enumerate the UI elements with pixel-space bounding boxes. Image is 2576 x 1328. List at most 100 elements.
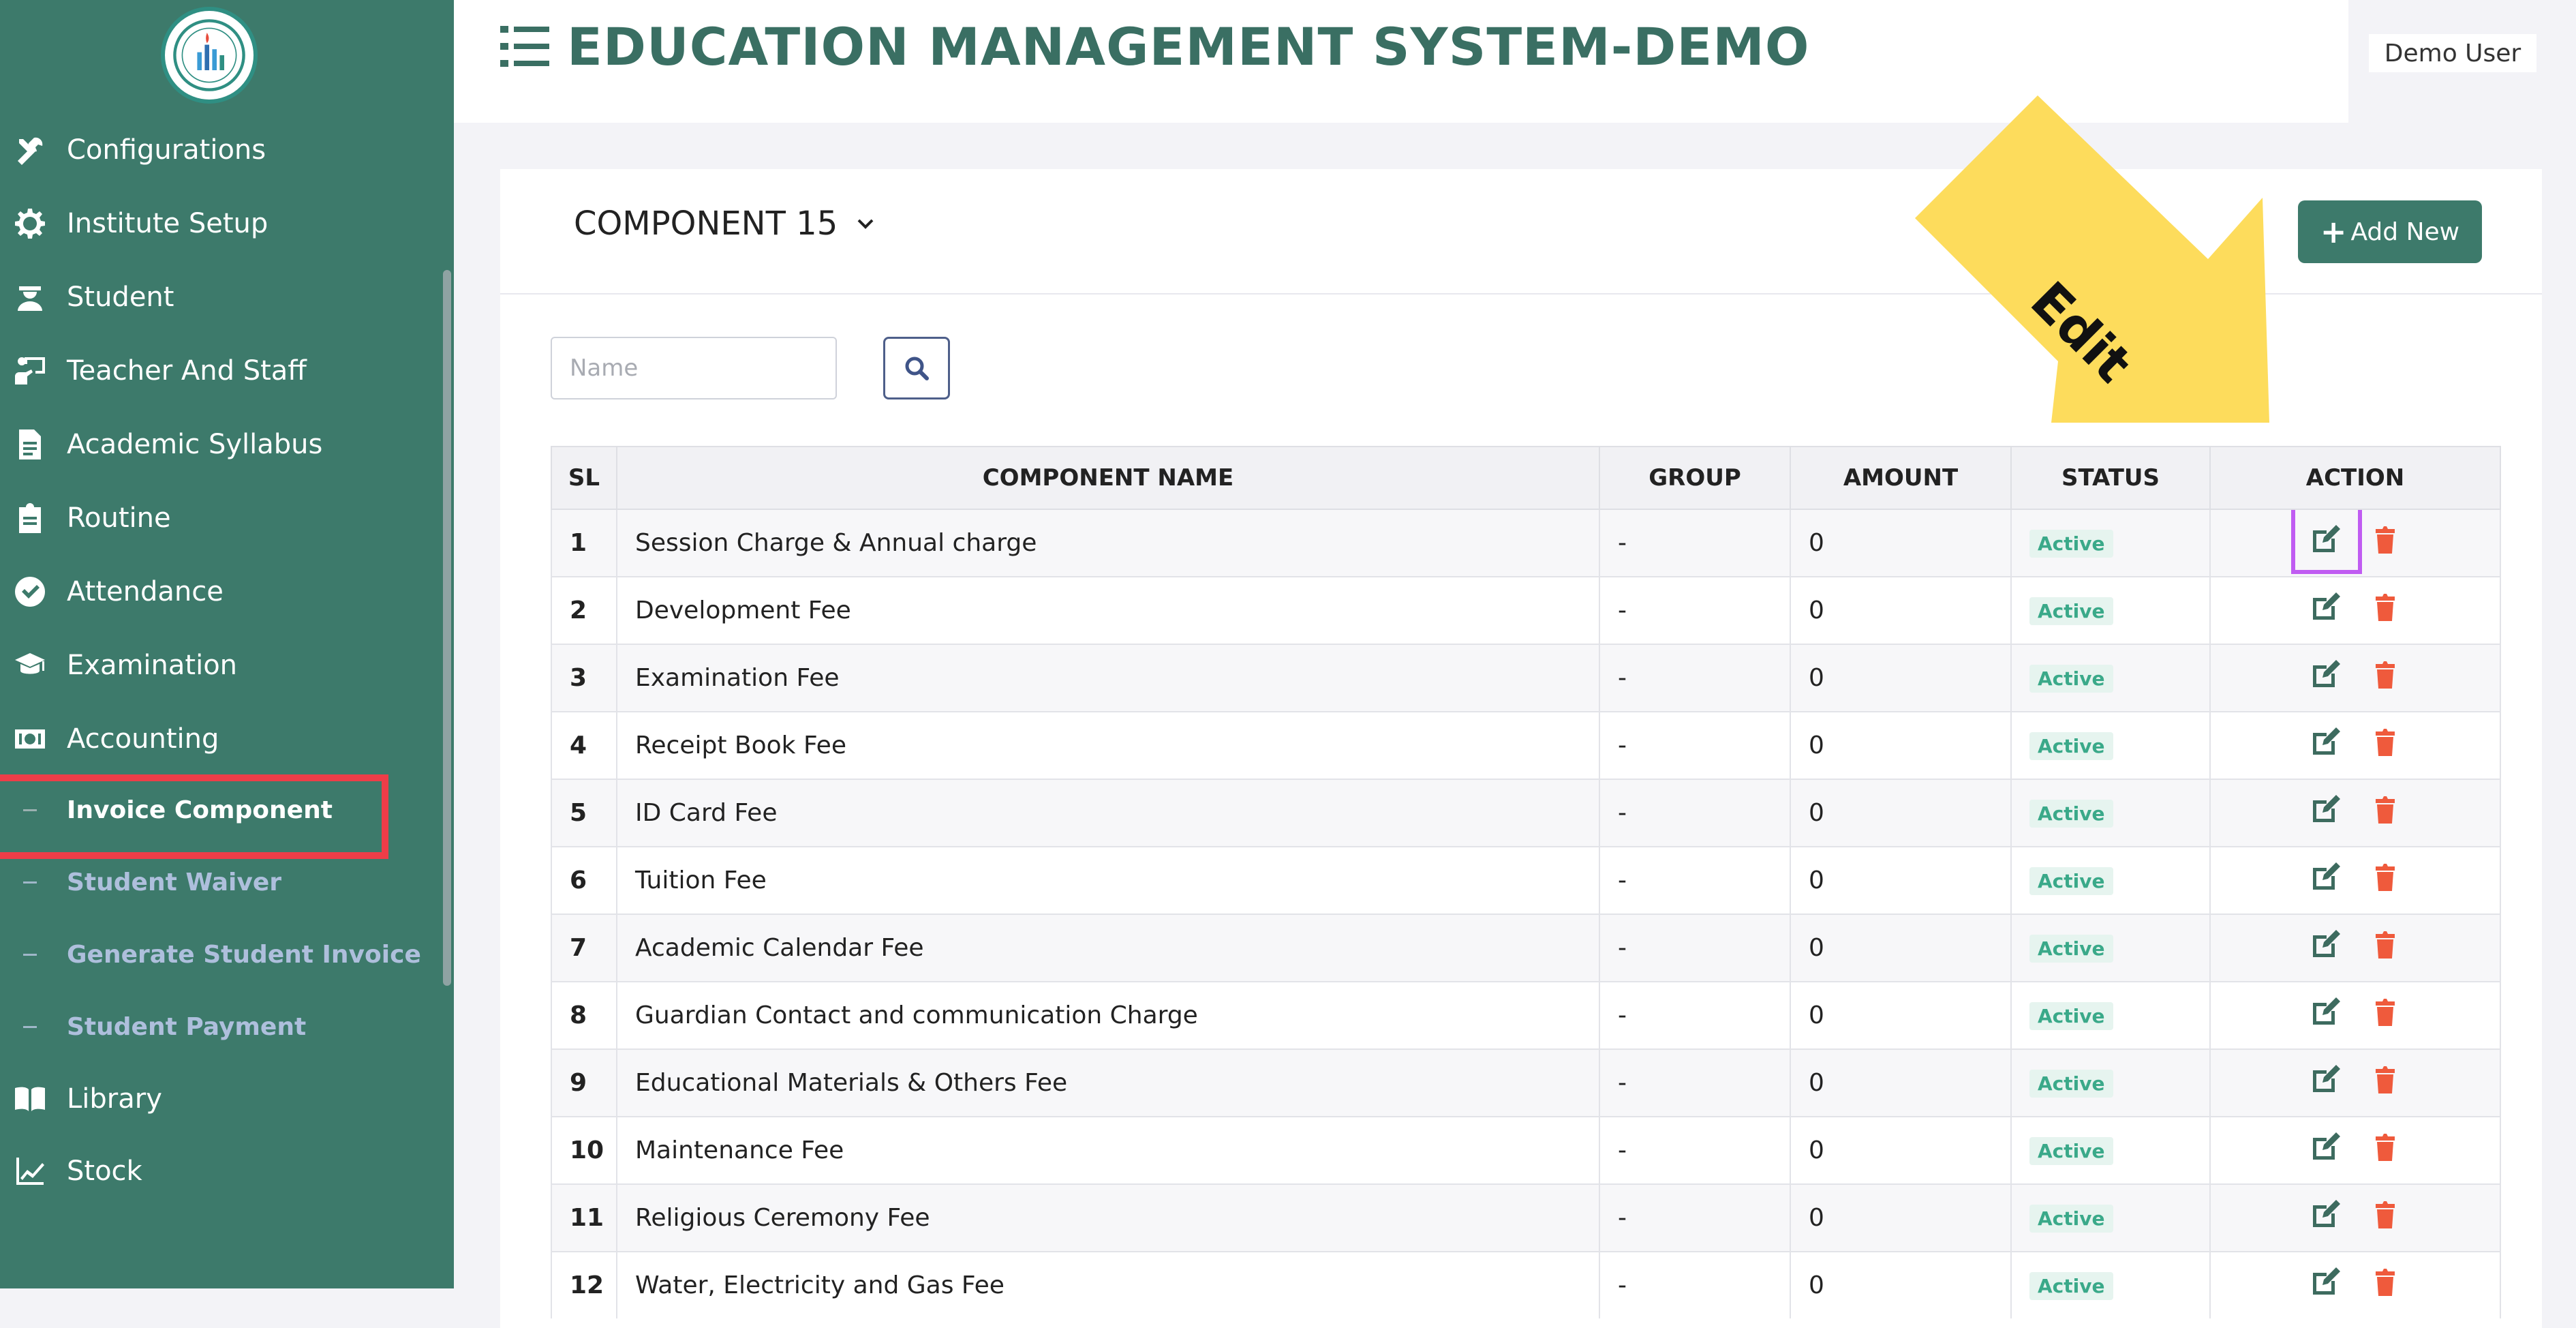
sidebar-subitem-student-payment[interactable]: Student Payment xyxy=(0,993,436,1061)
sidebar-item-label: Examination xyxy=(67,650,238,681)
delete-icon[interactable] xyxy=(2369,794,2402,832)
cell-component-name: Guardian Contact and communication Charg… xyxy=(616,981,1600,1049)
search-name-input[interactable] xyxy=(551,337,837,399)
delete-icon[interactable] xyxy=(2369,1063,2402,1102)
sidebar-item-academic-syllabus[interactable]: Academic Syllabus xyxy=(0,410,436,479)
sidebar-subitem-generate-student-invoice[interactable]: Generate Student Invoice xyxy=(0,920,436,989)
delete-icon[interactable] xyxy=(2369,659,2402,697)
table-row: 10 Maintenance Fee -0 Active xyxy=(551,1116,2501,1184)
edit-icon[interactable] xyxy=(2309,929,2342,967)
edit-icon[interactable] xyxy=(2309,726,2342,765)
cell-action xyxy=(2209,644,2501,712)
delete-icon[interactable] xyxy=(2369,1198,2402,1237)
sidebar-item-label: Stock xyxy=(67,1156,142,1187)
delete-icon[interactable] xyxy=(2369,726,2402,765)
edit-icon[interactable] xyxy=(2309,1063,2342,1102)
delete-icon[interactable] xyxy=(2369,861,2402,900)
cell-status: Active xyxy=(2010,1251,2211,1318)
status-badge: Active xyxy=(2029,530,2113,558)
delete-icon[interactable] xyxy=(2369,1266,2402,1305)
status-badge: Active xyxy=(2029,1272,2113,1300)
cell-component-name: ID Card Fee xyxy=(616,779,1600,847)
app-title: EDUCATION MANAGEMENT SYSTEM-DEMO xyxy=(567,16,1810,77)
column-header-status[interactable]: STATUS xyxy=(2010,446,2211,510)
edit-icon[interactable] xyxy=(2309,591,2342,630)
sidebar-item-examination[interactable]: Examination xyxy=(0,631,436,699)
logo-emblem-icon xyxy=(173,19,245,91)
delete-icon[interactable] xyxy=(2369,996,2402,1035)
add-new-button[interactable]: + Add New xyxy=(2298,200,2482,263)
cell-group: - xyxy=(1599,576,1791,644)
edit-icon[interactable] xyxy=(2309,996,2342,1035)
table-row: 8 Guardian Contact and communication Char… xyxy=(551,981,2501,1049)
delete-icon[interactable] xyxy=(2369,524,2402,562)
edit-icon-highlight xyxy=(2291,511,2362,574)
cell-amount: 0 xyxy=(1790,576,2012,644)
cell-sl: 11 xyxy=(551,1183,617,1252)
cell-group: - xyxy=(1599,981,1791,1049)
delete-icon[interactable] xyxy=(2369,591,2402,630)
edit-icon[interactable] xyxy=(2309,1131,2342,1170)
cell-group: - xyxy=(1599,1251,1791,1318)
delete-icon[interactable] xyxy=(2369,1131,2402,1170)
cell-amount: 0 xyxy=(1790,779,2012,847)
teacher-icon xyxy=(11,352,49,390)
search-button[interactable] xyxy=(883,337,950,399)
graduation-cap-icon xyxy=(11,646,49,684)
cell-amount: 0 xyxy=(1790,711,2012,779)
cell-status: Active xyxy=(2010,576,2211,644)
column-header-amount[interactable]: AMOUNT xyxy=(1790,446,2012,510)
component-select[interactable]: COMPONENT 15 xyxy=(574,205,876,243)
menu-toggle-icon[interactable] xyxy=(500,25,549,68)
status-badge: Active xyxy=(2029,665,2113,693)
sidebar-item-teacher-and-staff[interactable]: Teacher And Staff xyxy=(0,337,436,405)
cell-action xyxy=(2209,1251,2501,1318)
table-row: 9 Educational Materials & Others Fee -0 Act… xyxy=(551,1048,2501,1117)
cell-amount: 0 xyxy=(1790,1048,2012,1117)
sidebar-item-student[interactable]: Student xyxy=(0,263,436,331)
row-actions xyxy=(2309,794,2402,832)
cell-sl: 1 xyxy=(551,509,617,577)
sidebar-item-accounting[interactable]: Accounting xyxy=(0,705,436,773)
sidebar-item-label: Accounting xyxy=(67,723,219,755)
table-row: 2 Development Fee -0 Active xyxy=(551,576,2501,644)
cell-amount: 0 xyxy=(1790,1183,2012,1252)
sidebar-item-library[interactable]: Library xyxy=(0,1065,436,1133)
edit-icon[interactable] xyxy=(2309,794,2342,832)
cell-component-name: Maintenance Fee xyxy=(616,1116,1600,1184)
cell-amount: 0 xyxy=(1790,644,2012,712)
cell-sl: 3 xyxy=(551,644,617,712)
sidebar-item-configurations[interactable]: Configurations xyxy=(0,116,436,184)
cell-amount: 0 xyxy=(1790,1251,2012,1318)
table-row: 6 Tuition Fee -0 Active xyxy=(551,846,2501,914)
row-actions xyxy=(2309,1266,2402,1305)
cell-group: - xyxy=(1599,1183,1791,1252)
row-actions xyxy=(2309,1198,2402,1237)
sidebar-scrollbar[interactable] xyxy=(443,270,451,986)
add-new-label: Add New xyxy=(2350,217,2460,246)
gear-icon xyxy=(11,205,49,243)
institute-logo[interactable] xyxy=(161,7,258,104)
column-header-group[interactable]: GROUP xyxy=(1599,446,1791,510)
sidebar-item-institute-setup[interactable]: Institute Setup xyxy=(0,190,436,258)
cell-action xyxy=(2209,914,2501,982)
sidebar-item-routine[interactable]: Routine xyxy=(0,484,436,552)
cell-group: - xyxy=(1599,644,1791,712)
cell-action xyxy=(2209,1048,2501,1117)
column-header-sl[interactable]: SL xyxy=(551,446,617,510)
cell-status: Active xyxy=(2010,779,2211,847)
row-actions xyxy=(2309,861,2402,900)
sidebar-item-attendance[interactable]: Attendance xyxy=(0,558,436,626)
edit-icon[interactable] xyxy=(2309,861,2342,900)
delete-icon[interactable] xyxy=(2369,929,2402,967)
sidebar-item-label: Teacher And Staff xyxy=(67,355,307,387)
user-menu[interactable]: Demo User xyxy=(2369,34,2536,72)
edit-icon[interactable] xyxy=(2309,659,2342,697)
column-header-component-name[interactable]: COMPONENT NAME xyxy=(616,446,1600,510)
sidebar-item-stock[interactable]: Stock xyxy=(0,1137,436,1205)
row-actions xyxy=(2309,1063,2402,1102)
status-badge: Active xyxy=(2029,1002,2113,1030)
money-icon xyxy=(11,720,49,758)
edit-icon[interactable] xyxy=(2309,1266,2342,1305)
edit-icon[interactable] xyxy=(2309,1198,2342,1237)
